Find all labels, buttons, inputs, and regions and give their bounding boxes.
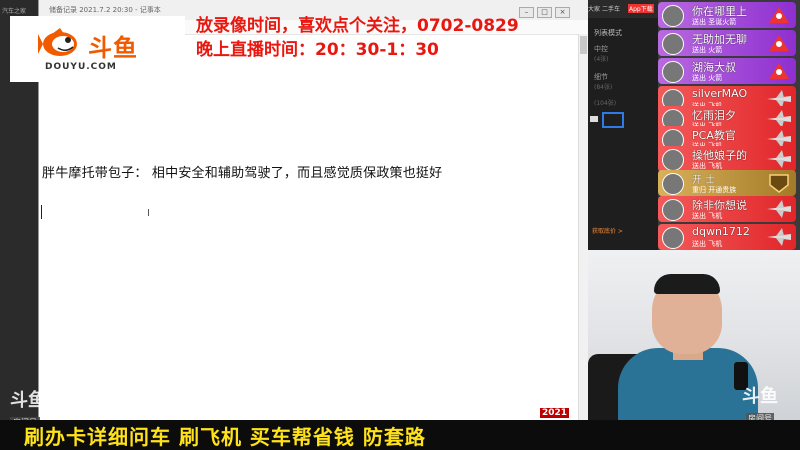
ibeam-cursor-icon: I <box>147 208 150 219</box>
plane-icon <box>767 150 791 168</box>
plane-icon <box>767 228 791 246</box>
photo-count: (104张) <box>594 100 617 107</box>
document-text-line[interactable]: 胖牛摩托带包子： 相中安全和辅助驾驶了，而且感觉质保政策也挺好 <box>42 162 442 181</box>
rocket-icon <box>769 7 789 23</box>
noble-badge-icon <box>769 174 789 193</box>
gift-item: 操他娘子的 送出 飞机 <box>658 146 796 172</box>
category-details[interactable]: 细节 <box>594 72 608 82</box>
gift-action: 送出 飞机 <box>692 212 723 220</box>
user-avatar <box>662 227 684 249</box>
gift-action: 送出 圣诞火箭 <box>692 18 737 26</box>
gift-item: 湖海大叔 送出 火箭 <box>658 58 796 84</box>
car-app-panel[interactable]: 大家 二手车 App下载 列表模式 中控 (4张) 细节 (84张) (104张… <box>588 0 658 250</box>
gift-username: dqwn1712 <box>692 225 750 238</box>
scrollbar-thumb[interactable] <box>580 36 587 54</box>
douyu-fish-logo-icon <box>38 28 77 56</box>
text-caret <box>41 205 42 219</box>
get-price-link[interactable]: 获取底价 > <box>592 226 623 235</box>
stream-announcement: 放录像时间，喜欢点个关注，0702-0829 晚上直播时间：20：30-1：30 <box>196 14 519 62</box>
app-topbar: 大家 二手车 App下载 <box>588 0 658 18</box>
category-center-console-count: (4张) <box>594 56 609 63</box>
thumbnail-selected[interactable] <box>602 112 624 128</box>
plane-icon <box>767 200 791 218</box>
user-avatar <box>662 149 684 171</box>
notepad-title: 储备记录 2021.7.2 20:30 - 记事本 <box>49 6 161 14</box>
user-avatar <box>662 61 684 83</box>
watermark-brand: 斗鱼 <box>742 386 778 407</box>
announcement-line-1: 放录像时间，喜欢点个关注，0702-0829 <box>196 16 519 36</box>
gift-item: 除非你想说 送出 飞机 <box>658 196 796 222</box>
gift-item: 开 士 重归 开通贵族 <box>658 170 796 196</box>
gift-action: 送出 飞机 <box>692 240 723 248</box>
user-avatar <box>662 33 684 55</box>
watermark-brand: 斗鱼 <box>10 390 46 411</box>
gift-action: 重归 开通贵族 <box>692 186 737 194</box>
gift-item: 无助加无聊 送出 火箭 <box>658 30 796 56</box>
rocket-icon <box>769 35 789 51</box>
category-center-console[interactable]: 中控 <box>594 44 608 54</box>
ticker-text: 刷办卡详细问车 刷飞机 买车帮省钱 防套路 <box>24 425 426 449</box>
left-strip-label: 汽车之家 <box>2 8 27 15</box>
user-avatar <box>662 5 684 27</box>
gift-username: 开 士 <box>692 175 716 186</box>
douyu-logo-box: 斗鱼 DOUYU.COM <box>10 16 185 82</box>
list-mode-toggle[interactable]: 列表模式 <box>594 28 622 38</box>
rocket-icon <box>769 63 789 79</box>
announcement-line-2: 晚上直播时间：20：30-1：30 <box>196 40 439 60</box>
thumbnail-small[interactable] <box>590 116 598 122</box>
app-top-item-1[interactable]: 大家 <box>588 4 600 13</box>
gift-username: silverMAO <box>692 87 748 100</box>
gift-item: dqwn1712 送出 飞机 <box>658 224 796 250</box>
year-badge: 2021 <box>540 408 570 418</box>
gift-item: 你在哪里上 送出 圣诞火箭 <box>658 2 796 28</box>
close-button[interactable]: × <box>555 7 570 18</box>
maximize-button[interactable]: □ <box>537 7 552 18</box>
gift-action: 送出 火箭 <box>692 74 723 82</box>
user-avatar <box>662 199 684 221</box>
douyu-brand-en: DOUYU.COM <box>45 62 117 72</box>
app-download-link[interactable]: App下载 <box>628 4 654 13</box>
app-top-item-2[interactable]: 二手车 <box>602 4 620 13</box>
streamer-hair <box>654 274 720 294</box>
category-details-count: (84张) <box>594 84 613 91</box>
douyu-brand-cn: 斗鱼 <box>88 34 138 62</box>
gift-action: 送出 火箭 <box>692 46 723 54</box>
minimize-button[interactable]: – <box>519 7 534 18</box>
user-avatar <box>662 173 684 195</box>
